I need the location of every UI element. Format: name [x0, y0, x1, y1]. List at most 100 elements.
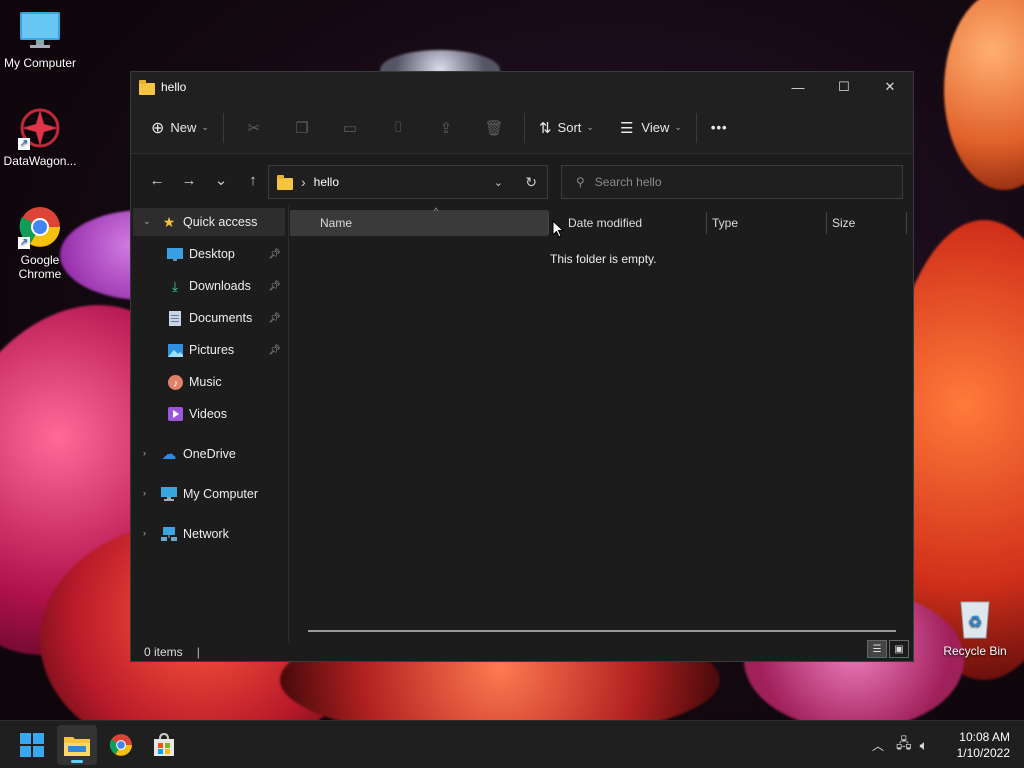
status-divider: |: [196, 645, 200, 659]
pin-icon[interactable]: 📌︎: [268, 249, 281, 260]
sort-button[interactable]: ⇅ Sort ⌄: [531, 110, 602, 146]
sidebar-item-pictures[interactable]: Pictures 📌︎: [167, 336, 287, 364]
recent-locations-button[interactable]: ⌄: [205, 164, 237, 196]
chevron-right-icon[interactable]: ›: [143, 448, 146, 458]
column-label: Type: [712, 216, 739, 230]
rename-button[interactable]: ⌷: [374, 110, 422, 146]
large-icons-view-button[interactable]: ▣: [889, 640, 909, 658]
new-label: New: [170, 120, 197, 135]
delete-button[interactable]: 🗑: [470, 110, 518, 146]
chevron-right-icon[interactable]: ›: [143, 528, 146, 538]
forward-button[interactable]: →: [173, 164, 205, 196]
address-dropdown-icon[interactable]: ⌄: [494, 176, 503, 189]
taskbar-chrome[interactable]: [101, 725, 141, 765]
back-button[interactable]: ←: [141, 164, 173, 196]
sidebar-item-label: Documents: [189, 311, 253, 325]
sidebar-item-music[interactable]: ♪ Music: [167, 368, 287, 396]
chevron-down-icon[interactable]: ⌄: [143, 216, 151, 227]
horizontal-scrollbar[interactable]: [308, 630, 896, 632]
video-icon: [167, 406, 183, 422]
search-box[interactable]: ⚲ Search hello: [561, 165, 903, 199]
sidebar-item-my-computer[interactable]: › My Computer: [133, 480, 285, 508]
column-label: Date modified: [568, 216, 643, 230]
sidebar-item-downloads[interactable]: ⤓ Downloads 📌︎: [167, 272, 287, 300]
shortcut-arrow-icon: ↗: [18, 237, 30, 249]
command-bar: ⊕ New ⌄ ✂ ❐ ▭ ⌷ ⇪ 🗑 ⇅ Sort ⌄ ☰ View ⌄ ••…: [131, 102, 913, 154]
taskbar-file-explorer[interactable]: [57, 725, 97, 765]
close-button[interactable]: ✕: [867, 72, 913, 102]
column-header-date-modified[interactable]: Date modified: [560, 210, 704, 236]
refresh-icon[interactable]: ↻: [525, 174, 537, 191]
minimize-button[interactable]: —: [775, 72, 821, 102]
sidebar-item-label: Desktop: [189, 247, 235, 261]
sidebar-item-videos[interactable]: Videos: [167, 400, 287, 428]
folder-icon: [139, 79, 155, 95]
sidebar-item-network[interactable]: › Network: [133, 520, 285, 548]
taskbar-store[interactable]: [144, 725, 184, 765]
desktop-icon: [167, 246, 183, 262]
start-icon: [20, 733, 44, 757]
sidebar-item-documents[interactable]: Documents 📌︎: [167, 304, 287, 332]
clock-time: 10:08 AM: [959, 730, 1010, 744]
title-bar[interactable]: hello — ☐ ✕: [131, 72, 913, 102]
chevron-right-icon[interactable]: ›: [143, 488, 146, 498]
window-title: hello: [161, 80, 187, 94]
network-status-icon[interactable]: 🖧: [896, 733, 912, 757]
desktop-icon-chrome[interactable]: ↗ Google Chrome: [0, 205, 80, 281]
cut-button[interactable]: ✂: [230, 110, 278, 146]
up-button[interactable]: ↑: [237, 164, 269, 196]
paste-button[interactable]: ▭: [326, 110, 374, 146]
address-path-segment[interactable]: hello: [314, 175, 339, 189]
rename-icon: ⌷: [393, 119, 403, 136]
column-label: Size: [832, 216, 856, 230]
scissors-icon: ✂: [247, 119, 261, 137]
trash-icon: 🗑: [484, 119, 504, 137]
download-icon: ⤓: [171, 277, 179, 294]
desktop-icon-label: Google Chrome: [18, 253, 62, 281]
taskbar-clock[interactable]: 10:08 AM 1/10/2022: [957, 729, 1010, 761]
sidebar-item-desktop[interactable]: Desktop 📌︎: [167, 240, 287, 268]
column-header-name[interactable]: Name ^: [290, 206, 548, 236]
sort-label: Sort: [557, 120, 582, 135]
toolbar-divider: [222, 112, 224, 143]
desktop-icon-recycle-bin[interactable]: ♻ Recycle Bin: [935, 596, 1015, 658]
column-divider[interactable]: [906, 212, 907, 234]
more-options-button[interactable]: •••: [703, 110, 736, 146]
column-divider[interactable]: [548, 212, 549, 234]
pin-icon[interactable]: 📌︎: [268, 313, 281, 324]
svg-text:♻: ♻: [968, 614, 982, 631]
datawagon-logo-icon: ↗: [18, 106, 62, 150]
document-icon: [167, 310, 183, 326]
column-header-type[interactable]: Type: [704, 210, 822, 236]
shortcut-arrow-icon: ↗: [18, 138, 30, 150]
chrome-icon: ↗: [18, 205, 62, 249]
chevron-down-icon: ⌄: [201, 122, 209, 132]
volume-icon[interactable]: 🔈︎: [920, 737, 928, 754]
sidebar-item-label: Downloads: [189, 279, 251, 293]
toolbar-divider: [695, 112, 697, 143]
address-bar[interactable]: › hello ⌄ ↻: [268, 165, 548, 199]
view-button[interactable]: ☰ View ⌄: [612, 110, 690, 146]
monitor-icon: [161, 486, 177, 502]
desktop-icon-my-computer[interactable]: My Computer: [0, 8, 80, 70]
pin-icon[interactable]: 📌︎: [268, 345, 281, 356]
maximize-button[interactable]: ☐: [821, 72, 867, 102]
store-icon: [154, 733, 174, 756]
cloud-icon: ☁: [161, 446, 177, 463]
details-view-button[interactable]: ☰: [867, 640, 887, 658]
copy-button[interactable]: ❐: [278, 110, 326, 146]
share-button[interactable]: ⇪: [422, 110, 470, 146]
start-button[interactable]: [12, 725, 52, 765]
file-explorer-window: hello — ☐ ✕ ⊕ New ⌄ ✂ ❐ ▭ ⌷ ⇪ 🗑 ⇅ Sort ⌄…: [130, 71, 914, 662]
sidebar-item-quick-access[interactable]: ⌄ ★ Quick access: [133, 208, 285, 236]
column-header-size[interactable]: Size: [824, 210, 904, 236]
sidebar-item-onedrive[interactable]: › ☁ OneDrive: [133, 440, 285, 468]
view-label: View: [641, 120, 670, 135]
toolbar-divider: [523, 112, 525, 143]
new-button[interactable]: ⊕ New ⌄: [143, 110, 217, 146]
item-count: 0 items: [144, 645, 183, 659]
pin-icon[interactable]: 📌︎: [268, 281, 281, 292]
monitor-icon: [18, 8, 62, 52]
desktop-icon-datawagon[interactable]: ↗ DataWagon...: [0, 106, 80, 168]
show-hidden-icons-chevron-icon[interactable]: ︿: [872, 737, 884, 754]
